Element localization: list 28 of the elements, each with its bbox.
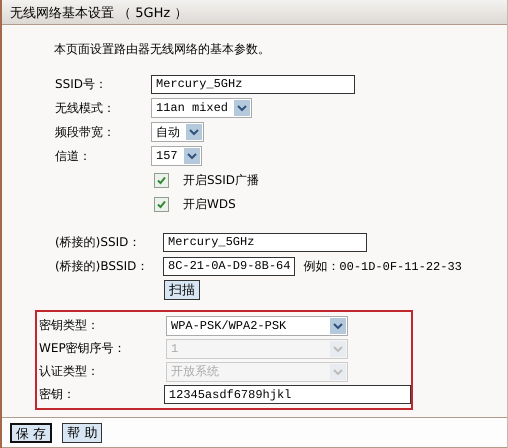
field-label: SSID号： <box>55 76 108 92</box>
scan-button[interactable]: 扫描 <box>164 280 200 300</box>
field-label: 认证类型： <box>39 363 100 380</box>
action-button[interactable]: 帮 助 <box>62 423 102 443</box>
field-label: WEP密钥序号： <box>39 340 127 357</box>
checkbox[interactable] <box>154 172 169 188</box>
dropdown[interactable]: WPA-PSK/WPA2-PSK <box>166 316 348 336</box>
input-field[interactable]: Mercury_5GHz <box>151 74 355 94</box>
field-label: 密钥： <box>39 386 76 403</box>
action-button[interactable]: 保 存 <box>10 423 52 443</box>
field-label: (桥接的)SSID： <box>55 234 142 250</box>
dropdown[interactable]: 11an mixed <box>151 98 252 118</box>
dropdown[interactable]: 157 <box>151 146 202 166</box>
input-field[interactable]: 8C-21-0A-D9-8B-64 <box>163 256 296 276</box>
field-label: 信道： <box>55 148 92 164</box>
intro-text: 本页面设置路由器无线网络的基本参数。 <box>54 41 271 58</box>
input-field[interactable]: 12345asdf6789hjkl <box>164 385 411 404</box>
checkbox-label: 开启WDS <box>183 196 236 212</box>
field-label: (桥接的)BSSID： <box>55 258 150 274</box>
panel-title: 无线网络基本设置 （ 5GHz ） <box>2 0 507 25</box>
field-label: 频段带宽： <box>55 124 116 140</box>
field-label: 无线模式： <box>55 100 116 116</box>
checkbox[interactable] <box>154 196 169 212</box>
input-field[interactable]: Mercury_5GHz <box>163 232 367 252</box>
dropdown[interactable]: 自动 <box>151 122 204 142</box>
example-hint: 例如：00-1D-0F-11-22-33 <box>303 258 462 274</box>
checkbox-label: 开启SSID广播 <box>183 172 260 188</box>
field-label: 密钥类型： <box>39 317 100 334</box>
